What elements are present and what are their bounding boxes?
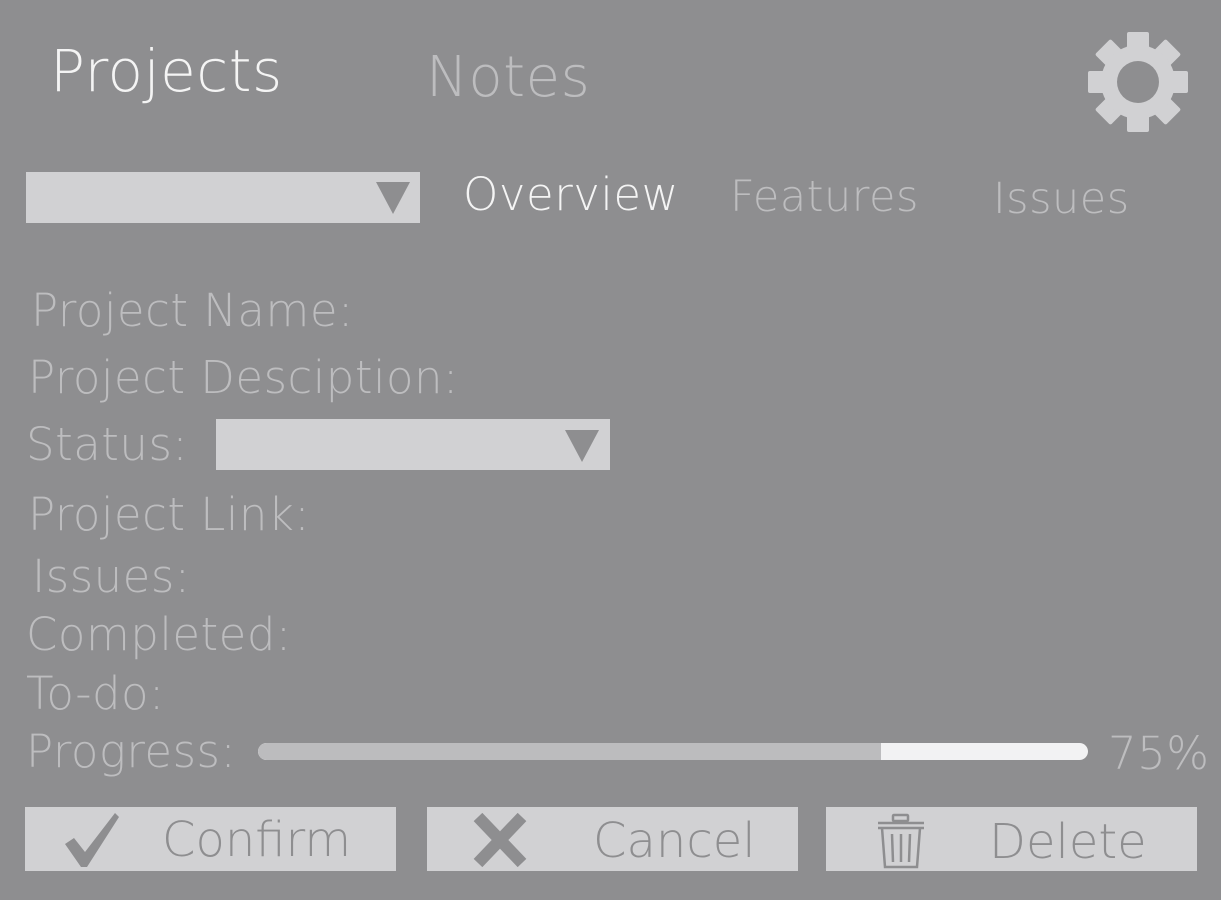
status-label: Status: <box>26 418 189 471</box>
project-link-label: Project Link: <box>28 488 311 541</box>
status-select[interactable] <box>216 419 610 470</box>
cancel-button[interactable]: Cancel <box>427 807 798 871</box>
progress-percent: 75% <box>1108 727 1210 780</box>
confirm-button[interactable]: Confirm <box>25 807 396 871</box>
caret-down-icon <box>565 430 599 462</box>
todo-label: To-do: <box>26 667 165 720</box>
delete-button-label: Delete <box>989 814 1147 870</box>
progress-bar-fill <box>258 743 881 760</box>
progress-bar <box>258 743 1088 760</box>
tab-features[interactable]: Features <box>730 176 919 219</box>
project-select[interactable] <box>26 172 420 223</box>
nav-tab-projects[interactable]: Projects <box>50 42 283 100</box>
confirm-button-label: Confirm <box>162 812 352 868</box>
cancel-button-label: Cancel <box>593 813 756 869</box>
issues-label: Issues: <box>32 550 191 603</box>
project-description-label: Project Desciption: <box>28 351 459 404</box>
trash-icon <box>878 813 924 869</box>
tab-issues[interactable]: Issues <box>993 178 1130 221</box>
delete-button[interactable]: Delete <box>826 807 1197 871</box>
tab-overview[interactable]: Overview <box>463 172 679 217</box>
nav-tab-notes[interactable]: Notes <box>426 50 590 106</box>
x-icon <box>473 813 527 867</box>
caret-down-icon <box>376 182 410 214</box>
completed-label: Completed: <box>26 608 292 661</box>
gear-icon[interactable] <box>1088 32 1188 132</box>
checkmark-icon <box>65 813 119 867</box>
progress-label: Progress: <box>26 725 237 778</box>
project-name-label: Project Name: <box>31 284 354 337</box>
